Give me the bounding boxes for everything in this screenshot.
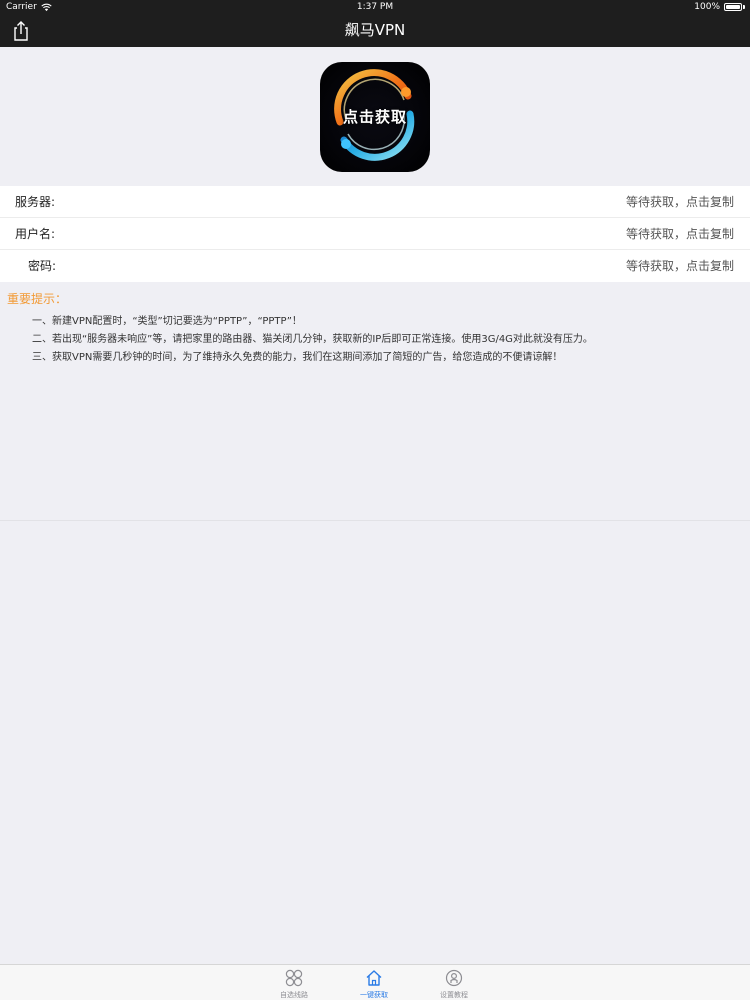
navigation-bar: 飙马VPN	[0, 14, 750, 47]
tab-one-click[interactable]: 一键获取	[344, 965, 404, 1000]
note-line: 一、新建VPN配置时，“类型”切记要选为“PPTP”，“PPTP”！	[32, 316, 302, 327]
grid-icon	[285, 969, 303, 987]
notes-title: 重要提示：	[7, 292, 68, 306]
status-bar: Carrier 1:37 PM 100%	[0, 0, 750, 14]
tab-select-route[interactable]: 自选线路	[264, 965, 324, 1000]
note-line: 二、若出现“服务器未响应”等，请把家里的路由器、猫关闭几分钟，获取新的IP后即可…	[32, 334, 593, 345]
server-value: 等待获取，点击复制	[625, 195, 734, 209]
password-value: 等待获取，点击复制	[625, 259, 734, 273]
server-row[interactable]: 服务器: 等待获取，点击复制	[0, 186, 750, 218]
important-notes: 重要提示： 一、新建VPN配置时，“类型”切记要选为“PPTP”，“PPTP”！…	[0, 282, 750, 521]
get-vpn-button[interactable]: 点击获取	[320, 62, 430, 172]
username-value: 等待获取，点击复制	[625, 227, 734, 241]
password-row[interactable]: 密码: 等待获取，点击复制	[0, 250, 750, 282]
note-line: 三、获取VPN需要几秒钟的时间，为了维持永久免费的能力，我们在这期间添加了简短的…	[32, 352, 563, 363]
password-label: 密码:	[28, 259, 57, 273]
status-right: 100%	[694, 0, 746, 14]
username-label: 用户名:	[15, 227, 56, 241]
username-row[interactable]: 用户名: 等待获取，点击复制	[0, 218, 750, 250]
server-label: 服务器:	[15, 195, 56, 209]
tab-label: 自选线路	[280, 991, 308, 999]
status-time: 1:37 PM	[356, 2, 394, 12]
tab-setup-tutorial[interactable]: 设置教程	[424, 965, 484, 1000]
home-icon	[366, 970, 382, 986]
tab-bar: 自选线路 一键获取 设置教程	[0, 964, 750, 1000]
tutorial-icon	[445, 969, 463, 987]
logo-area: 点击获取	[0, 47, 750, 186]
tab-label: 一键获取	[360, 991, 388, 999]
vpn-info-list: 服务器: 等待获取，点击复制 用户名: 等待获取，点击复制 密码: 等待获取，点…	[0, 186, 750, 282]
tab-label: 设置教程	[440, 991, 468, 999]
battery-percent: 100%	[694, 2, 720, 12]
get-vpn-label: 点击获取	[342, 108, 407, 126]
battery-icon	[724, 2, 746, 12]
page-title: 飙马VPN	[344, 21, 406, 39]
app-screen: Carrier 1:37 PM 100% 飙马VPN 点击获取 服务器: 等待获…	[0, 0, 750, 1000]
